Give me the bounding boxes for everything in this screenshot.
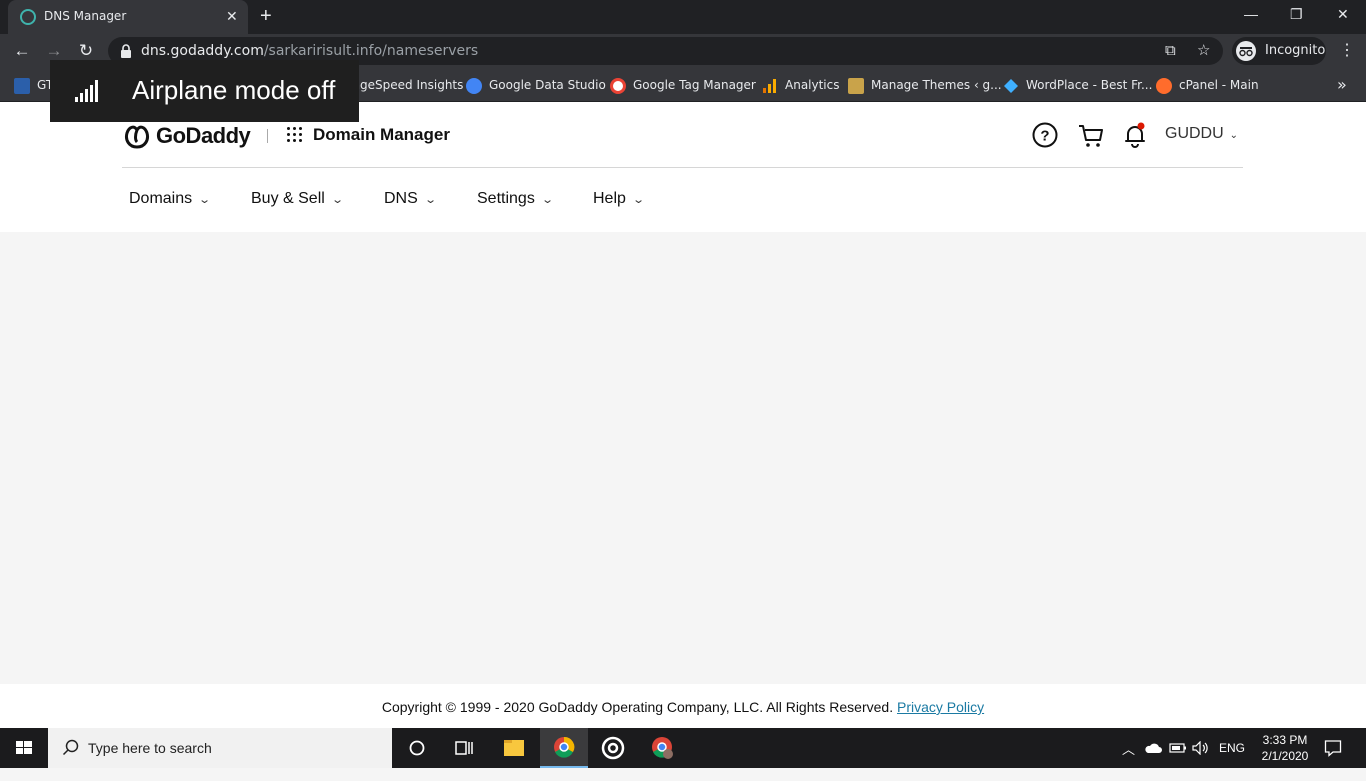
chrome-profile-icon[interactable] <box>638 728 686 768</box>
bookmark-cpanel[interactable]: cPanel - Main <box>1156 76 1259 94</box>
file-explorer-icon[interactable] <box>490 728 538 768</box>
translate-icon[interactable]: ⧉ <box>1165 42 1176 60</box>
url-text: dns.godaddy.com/sarkaririsult.info/names… <box>141 43 479 59</box>
reload-icon[interactable]: ↻ <box>76 41 96 61</box>
language-indicator[interactable]: ENG <box>1219 741 1245 781</box>
privacy-policy-link[interactable]: Privacy Policy <box>897 699 984 715</box>
onedrive-icon[interactable] <box>1144 742 1162 754</box>
google-icon <box>610 77 626 94</box>
windows-taskbar: Type here to search ︿ ENG 3:33 PM 2/1/20… <box>0 728 1366 768</box>
back-icon[interactable]: ← <box>12 41 32 61</box>
avatar-icon <box>848 77 864 94</box>
task-view-icon[interactable] <box>440 728 488 768</box>
site-footer: Copyright © 1999 - 2020 GoDaddy Operatin… <box>0 684 1366 728</box>
bookmark-star-icon[interactable]: ☆ <box>1197 42 1210 60</box>
wordplace-icon <box>1004 78 1018 93</box>
chevron-down-icon: ⌄ <box>330 194 344 206</box>
bookmark-pagespeed[interactable]: PageSpeed Insights <box>346 76 463 94</box>
bookmark-data-studio[interactable]: Google Data Studio <box>466 76 606 94</box>
nav-domains[interactable]: Domains ⌄ <box>129 190 212 208</box>
cpanel-icon <box>1156 77 1172 94</box>
apps-grid-icon[interactable] <box>287 127 303 143</box>
search-icon <box>62 739 79 756</box>
gtmetrix-icon <box>14 77 30 94</box>
new-tab-icon[interactable]: + <box>260 5 272 27</box>
incognito-badge[interactable]: Incognito <box>1232 37 1326 65</box>
bookmark-analytics[interactable]: Analytics <box>762 76 840 94</box>
header-rule <box>122 167 1243 168</box>
chevron-down-icon: ⌄ <box>423 194 437 206</box>
browser-tab-strip: DNS Manager ✕ + — ❐ ✕ <box>0 0 1366 34</box>
bookmark-gtmetrix[interactable]: GT <box>14 76 53 94</box>
incognito-label: Incognito <box>1265 43 1326 58</box>
user-menu[interactable]: GUDDU ⌄ <box>1165 125 1238 143</box>
notification-bell-icon[interactable] <box>1121 121 1149 149</box>
chevron-down-icon: ⌄ <box>198 194 212 206</box>
nav-dns[interactable]: DNS ⌄ <box>384 190 437 208</box>
chrome-taskbar-active[interactable] <box>540 728 588 768</box>
taskbar-clock[interactable]: 3:33 PM 2/1/2020 <box>1250 732 1320 764</box>
taskbar-search-placeholder: Type here to search <box>88 740 212 756</box>
analytics-icon <box>763 78 776 93</box>
app-title[interactable]: Domain Manager <box>313 125 450 145</box>
action-center-icon[interactable] <box>1324 739 1342 757</box>
incognito-icon <box>1236 41 1256 61</box>
nav-help[interactable]: Help ⌄ <box>593 190 645 208</box>
close-tab-icon[interactable]: ✕ <box>226 7 238 25</box>
airplane-mode-text: Airplane mode off <box>132 75 336 105</box>
data-studio-icon <box>466 77 482 94</box>
show-hidden-icons[interactable]: ︿ <box>1122 739 1135 779</box>
copyright-text: Copyright © 1999 - 2020 GoDaddy Operatin… <box>381 699 985 715</box>
forward-icon[interactable]: → <box>44 41 64 61</box>
minimize-icon[interactable]: — <box>1244 6 1258 22</box>
taskbar-search-box[interactable]: Type here to search <box>48 728 392 768</box>
chevron-down-icon: ⌄ <box>1229 130 1239 141</box>
cart-icon[interactable] <box>1077 121 1105 149</box>
media-app-icon[interactable] <box>589 728 637 768</box>
bookmark-manage-themes[interactable]: Manage Themes ‹ g... <box>848 76 1002 94</box>
bookmarks-overflow-icon[interactable]: » <box>1337 76 1347 94</box>
svg-text:?: ? <box>1040 128 1049 145</box>
volume-icon[interactable] <box>1192 741 1210 755</box>
window-close-icon[interactable]: ✕ <box>1337 6 1349 22</box>
nav-buy-sell[interactable]: Buy & Sell ⌄ <box>251 190 344 208</box>
browser-menu-icon[interactable]: ⋮ <box>1339 41 1355 61</box>
restore-icon[interactable]: ❐ <box>1290 6 1303 22</box>
chevron-down-icon: ⌄ <box>632 194 645 206</box>
clock-date: 2/1/2020 <box>1261 749 1309 763</box>
bookmark-tag-manager[interactable]: Google Tag Manager <box>610 76 756 94</box>
logo-text: GoDaddy <box>156 123 251 148</box>
clock-time: 3:33 PM <box>1262 733 1308 747</box>
lock-icon <box>121 44 131 58</box>
chrome-incognito-icon <box>554 736 575 758</box>
header-divider <box>267 129 268 143</box>
windows-start-icon[interactable] <box>0 728 48 768</box>
godaddy-logo-icon <box>125 125 149 149</box>
cortana-icon[interactable] <box>393 728 441 768</box>
main-content-area <box>0 232 1366 684</box>
bookmark-wordplace[interactable]: WordPlace - Best Fr... <box>1003 76 1152 94</box>
battery-icon[interactable] <box>1169 742 1187 754</box>
chevron-down-icon: ⌄ <box>540 194 554 206</box>
signal-icon <box>75 80 99 102</box>
help-icon[interactable]: ? <box>1031 121 1059 149</box>
nav-settings[interactable]: Settings ⌄ <box>477 190 554 208</box>
tab-dns-manager[interactable]: DNS Manager ✕ <box>8 0 248 34</box>
tab-title: DNS Manager <box>44 9 127 23</box>
airplane-mode-toast: Airplane mode off <box>50 60 359 122</box>
godaddy-favicon-icon <box>20 9 36 25</box>
